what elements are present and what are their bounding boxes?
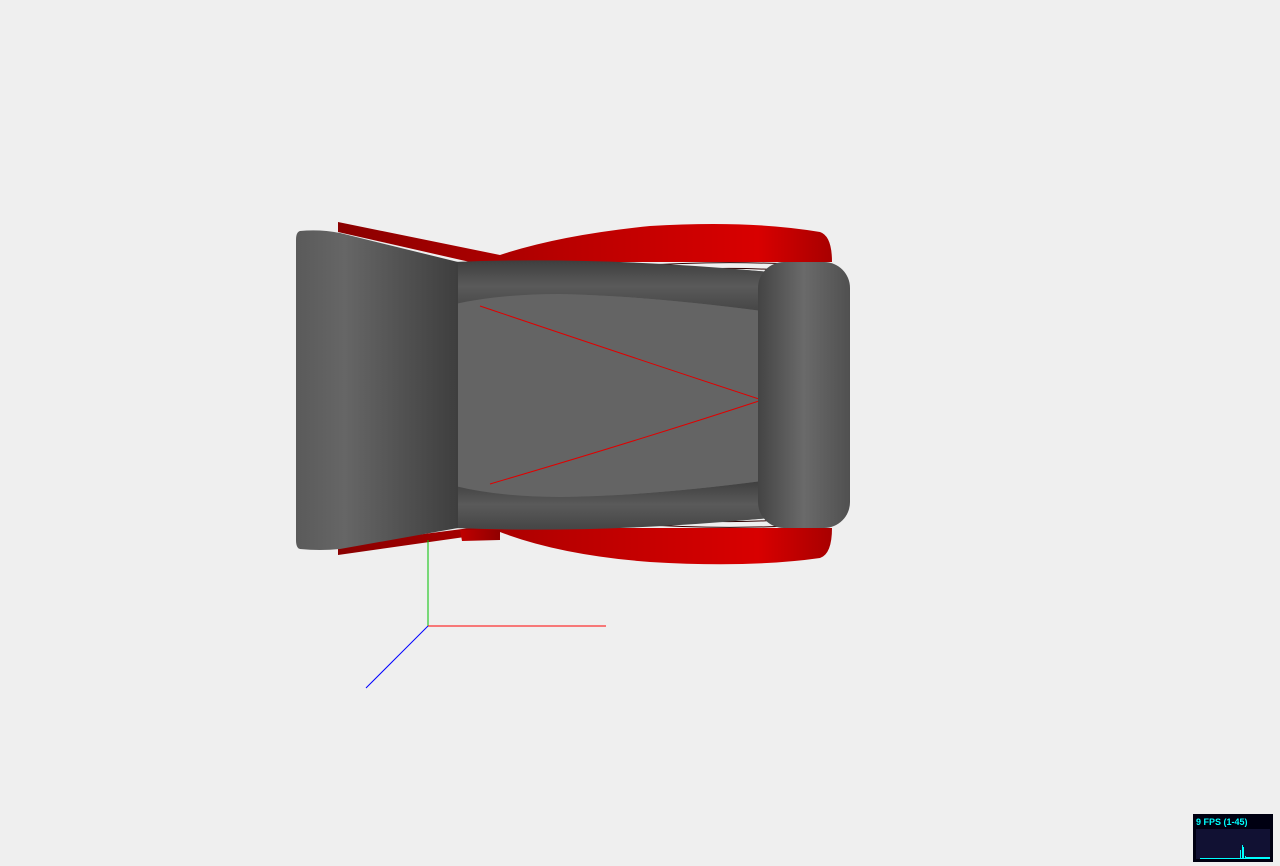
axis-z-line <box>365 625 429 689</box>
fps-label: 9 FPS (1-45) <box>1196 817 1248 827</box>
fps-graph-bar <box>1269 857 1270 859</box>
3d-viewport[interactable]: 9 FPS (1-45) <box>0 0 1280 866</box>
3d-scene[interactable] <box>0 0 1280 866</box>
left-panel <box>296 230 458 551</box>
red-fin-bottom-left <box>460 530 500 541</box>
fps-graph <box>1196 829 1270 859</box>
right-roll <box>758 262 850 528</box>
inner-recess <box>455 294 770 497</box>
fps-stats-panel[interactable]: 9 FPS (1-45) <box>1193 814 1273 862</box>
